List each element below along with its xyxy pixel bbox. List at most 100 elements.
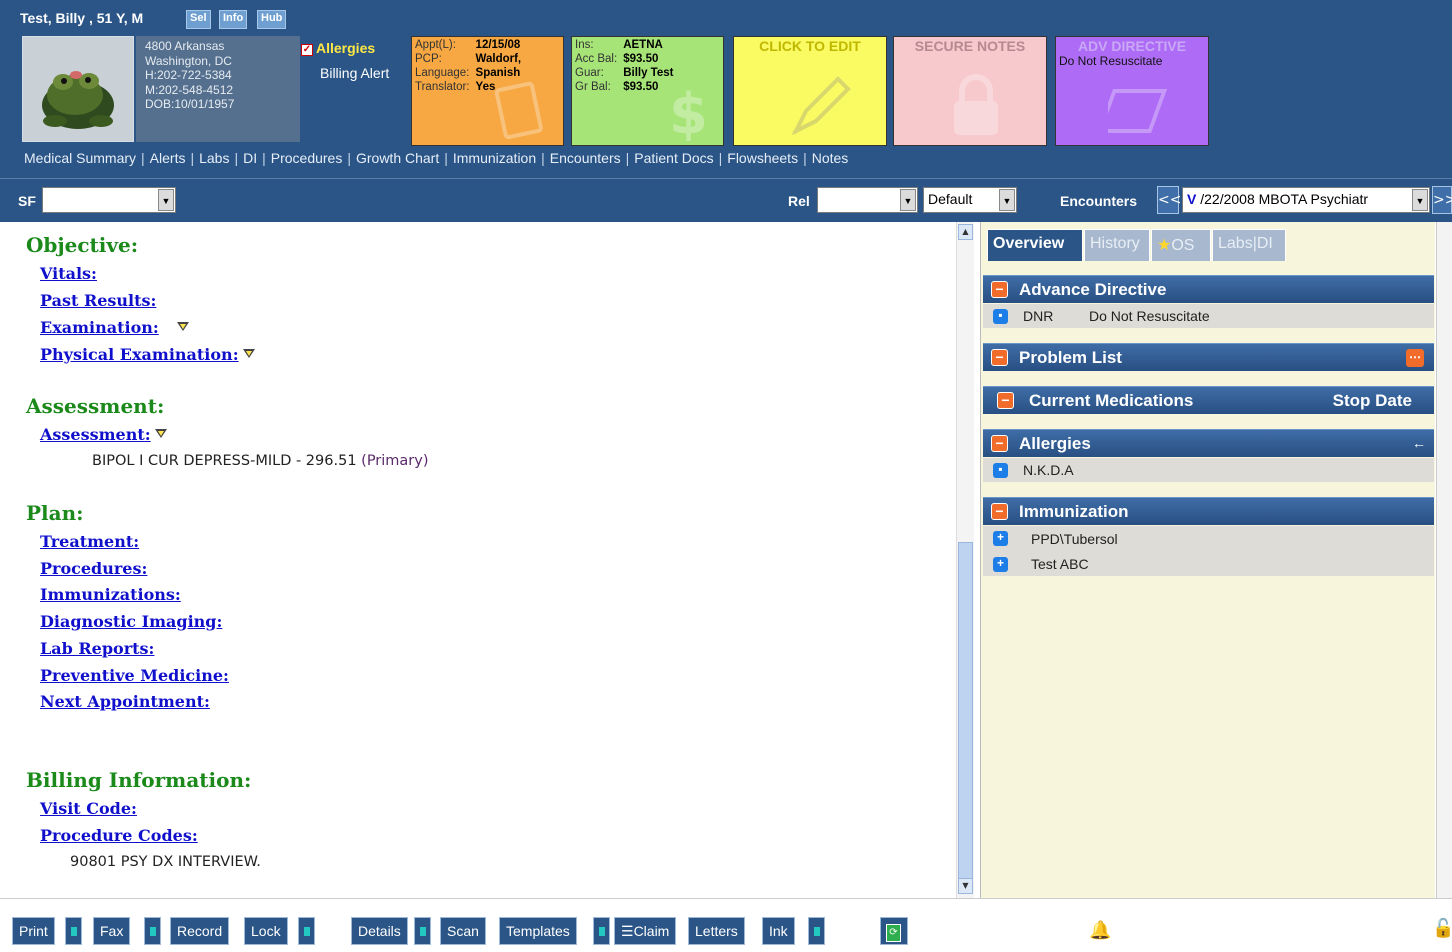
procedure-codes-link[interactable]: Procedure Codes:: [40, 826, 198, 845]
nav-notes[interactable]: Notes: [812, 150, 849, 166]
tab-labs-di[interactable]: Labs|DI: [1212, 229, 1286, 261]
list-item[interactable]: + PPD\Tubersol: [983, 526, 1434, 552]
treatment-link[interactable]: Treatment:: [40, 532, 139, 551]
ink-dropdown[interactable]: [808, 917, 825, 945]
fax-dropdown[interactable]: [144, 917, 161, 945]
appointment-tile[interactable]: Appt(L): 12/15/08 PCP: Waldorf, Language: S…: [411, 36, 564, 146]
list-item[interactable]: + Test ABC: [983, 552, 1434, 576]
problem-list-section[interactable]: − Problem List ⋯: [983, 343, 1434, 371]
list-item[interactable]: ▪ DNR Do Not Resuscitate: [983, 304, 1434, 328]
templates-dropdown[interactable]: [593, 917, 610, 945]
allergies-section[interactable]: − Allergies ←: [983, 429, 1434, 457]
more-icon[interactable]: ⋯: [1406, 349, 1424, 367]
tab-overview[interactable]: Overview: [987, 229, 1083, 261]
scroll-thumb[interactable]: [958, 542, 973, 890]
chevron-down-icon[interactable]: ▼: [900, 189, 916, 211]
templates-button[interactable]: Templates: [499, 917, 577, 945]
next-encounter-button[interactable]: >>: [1432, 186, 1452, 214]
plus-icon[interactable]: +: [993, 531, 1008, 546]
allergies-flag[interactable]: ✓ Allergies: [301, 40, 375, 56]
chevron-down-icon[interactable]: ▼: [999, 189, 1015, 211]
tab-history[interactable]: History: [1084, 229, 1150, 261]
lock-button[interactable]: Lock: [244, 917, 288, 945]
info-button[interactable]: Info: [219, 10, 248, 29]
claim-button[interactable]: ☰Claim: [614, 917, 677, 945]
insurance-tile[interactable]: Ins: AETNA Acc Bal: $93.50 Guar: Billy Test…: [571, 36, 724, 146]
procedure-code-line: 90801 PSY DX INTERVIEW.: [70, 854, 261, 870]
encounter-select[interactable]: V /22/2008 MBOTA Psychiatr ▼: [1182, 187, 1430, 213]
sf-select[interactable]: ▼: [42, 187, 176, 213]
tab-os[interactable]: ★OS: [1151, 229, 1211, 261]
scroll-down-icon[interactable]: ▼: [958, 878, 973, 894]
arrow-left-icon[interactable]: ←: [1412, 435, 1426, 451]
scan-button[interactable]: Scan: [440, 917, 486, 945]
secure-notes-tile[interactable]: SECURE NOTES: [893, 36, 1047, 146]
nav-flowsheets[interactable]: Flowsheets: [727, 150, 798, 166]
lab-reports-link[interactable]: Lab Reports:: [40, 639, 154, 658]
next-appointment-link[interactable]: Next Appointment:: [40, 692, 210, 711]
print-button[interactable]: Print: [12, 917, 55, 945]
collapse-icon[interactable]: −: [991, 349, 1008, 366]
bell-icon[interactable]: 🔔: [1089, 920, 1111, 941]
rel-select[interactable]: ▼: [817, 187, 918, 213]
note-scrollbar[interactable]: ▲ ▼: [956, 222, 974, 898]
refresh-button[interactable]: ⟳: [880, 917, 908, 945]
acc-bal-label: Acc Bal:: [575, 53, 618, 65]
examination-link[interactable]: Examination:: [40, 318, 189, 337]
immunizations-link[interactable]: Immunizations:: [40, 585, 181, 604]
past-results-link[interactable]: Past Results:: [40, 291, 156, 310]
current-medications-section[interactable]: − Current Medications Stop Date: [983, 386, 1434, 414]
visit-code-link[interactable]: Visit Code:: [40, 799, 137, 818]
immunization-section[interactable]: − Immunization: [983, 497, 1434, 525]
physical-exam-link[interactable]: Physical Examination:: [40, 345, 255, 364]
hub-button[interactable]: Hub: [257, 10, 287, 29]
dropdown-triangle-icon[interactable]: [154, 429, 167, 438]
chevron-down-icon[interactable]: ▼: [1412, 189, 1428, 211]
immunization-item: PPD\Tubersol: [1031, 531, 1118, 547]
vitals-link[interactable]: Vitals:: [40, 264, 97, 283]
preventive-medicine-link[interactable]: Preventive Medicine:: [40, 666, 229, 685]
nav-growth-chart[interactable]: Growth Chart: [356, 150, 439, 166]
collapse-icon[interactable]: −: [991, 435, 1008, 452]
prev-encounter-button[interactable]: <<: [1157, 186, 1181, 214]
nav-di[interactable]: DI: [243, 150, 257, 166]
record-button[interactable]: Record: [170, 917, 230, 945]
allergies-label: Allergies: [316, 40, 376, 56]
click-to-edit-tile[interactable]: CLICK TO EDIT: [733, 36, 887, 146]
print-dropdown[interactable]: [65, 917, 82, 945]
details-dropdown[interactable]: [414, 917, 431, 945]
diagnostic-imaging-link[interactable]: Diagnostic Imaging:: [40, 612, 222, 631]
procedures-link[interactable]: Procedures:: [40, 559, 147, 578]
dropdown-triangle-icon[interactable]: [176, 322, 189, 331]
default-select[interactable]: Default ▼: [923, 187, 1017, 213]
nav-patient-docs[interactable]: Patient Docs: [634, 150, 713, 166]
nav-procedures[interactable]: Procedures: [271, 150, 343, 166]
unlock-icon[interactable]: 🔓: [1432, 918, 1452, 939]
sel-button[interactable]: Sel: [186, 10, 211, 29]
collapse-icon[interactable]: −: [997, 392, 1014, 409]
assessment-link[interactable]: Assessment:: [40, 425, 167, 444]
advance-directive-section[interactable]: − Advance Directive: [983, 275, 1434, 303]
list-item[interactable]: ▪ N.K.D.A: [983, 458, 1434, 482]
panel-scrollbar[interactable]: [1436, 222, 1452, 898]
details-button[interactable]: Details: [351, 917, 408, 945]
ink-button[interactable]: Ink: [762, 917, 795, 945]
nav-alerts[interactable]: Alerts: [150, 150, 186, 166]
dropdown-triangle-icon[interactable]: [242, 349, 255, 358]
plus-icon[interactable]: +: [993, 557, 1008, 572]
collapse-icon[interactable]: −: [991, 281, 1008, 298]
patient-photo[interactable]: [22, 36, 134, 142]
collapse-icon[interactable]: −: [991, 503, 1008, 520]
letters-button[interactable]: Letters: [688, 917, 745, 945]
nav-labs[interactable]: Labs: [199, 150, 229, 166]
nav-immunization[interactable]: Immunization: [453, 150, 536, 166]
billing-alert[interactable]: Billing Alert: [320, 65, 389, 81]
chevron-down-icon[interactable]: ▼: [158, 189, 174, 211]
scroll-up-icon[interactable]: ▲: [958, 224, 973, 240]
nav-encounters[interactable]: Encounters: [550, 150, 621, 166]
assessment-label: Assessment:: [40, 425, 151, 444]
advance-directive-tile[interactable]: ADV DIRECTIVE Do Not Resuscitate: [1055, 36, 1209, 146]
nav-medical-summary[interactable]: Medical Summary: [24, 150, 136, 166]
lock-dropdown[interactable]: [298, 917, 315, 945]
fax-button[interactable]: Fax: [93, 917, 131, 945]
